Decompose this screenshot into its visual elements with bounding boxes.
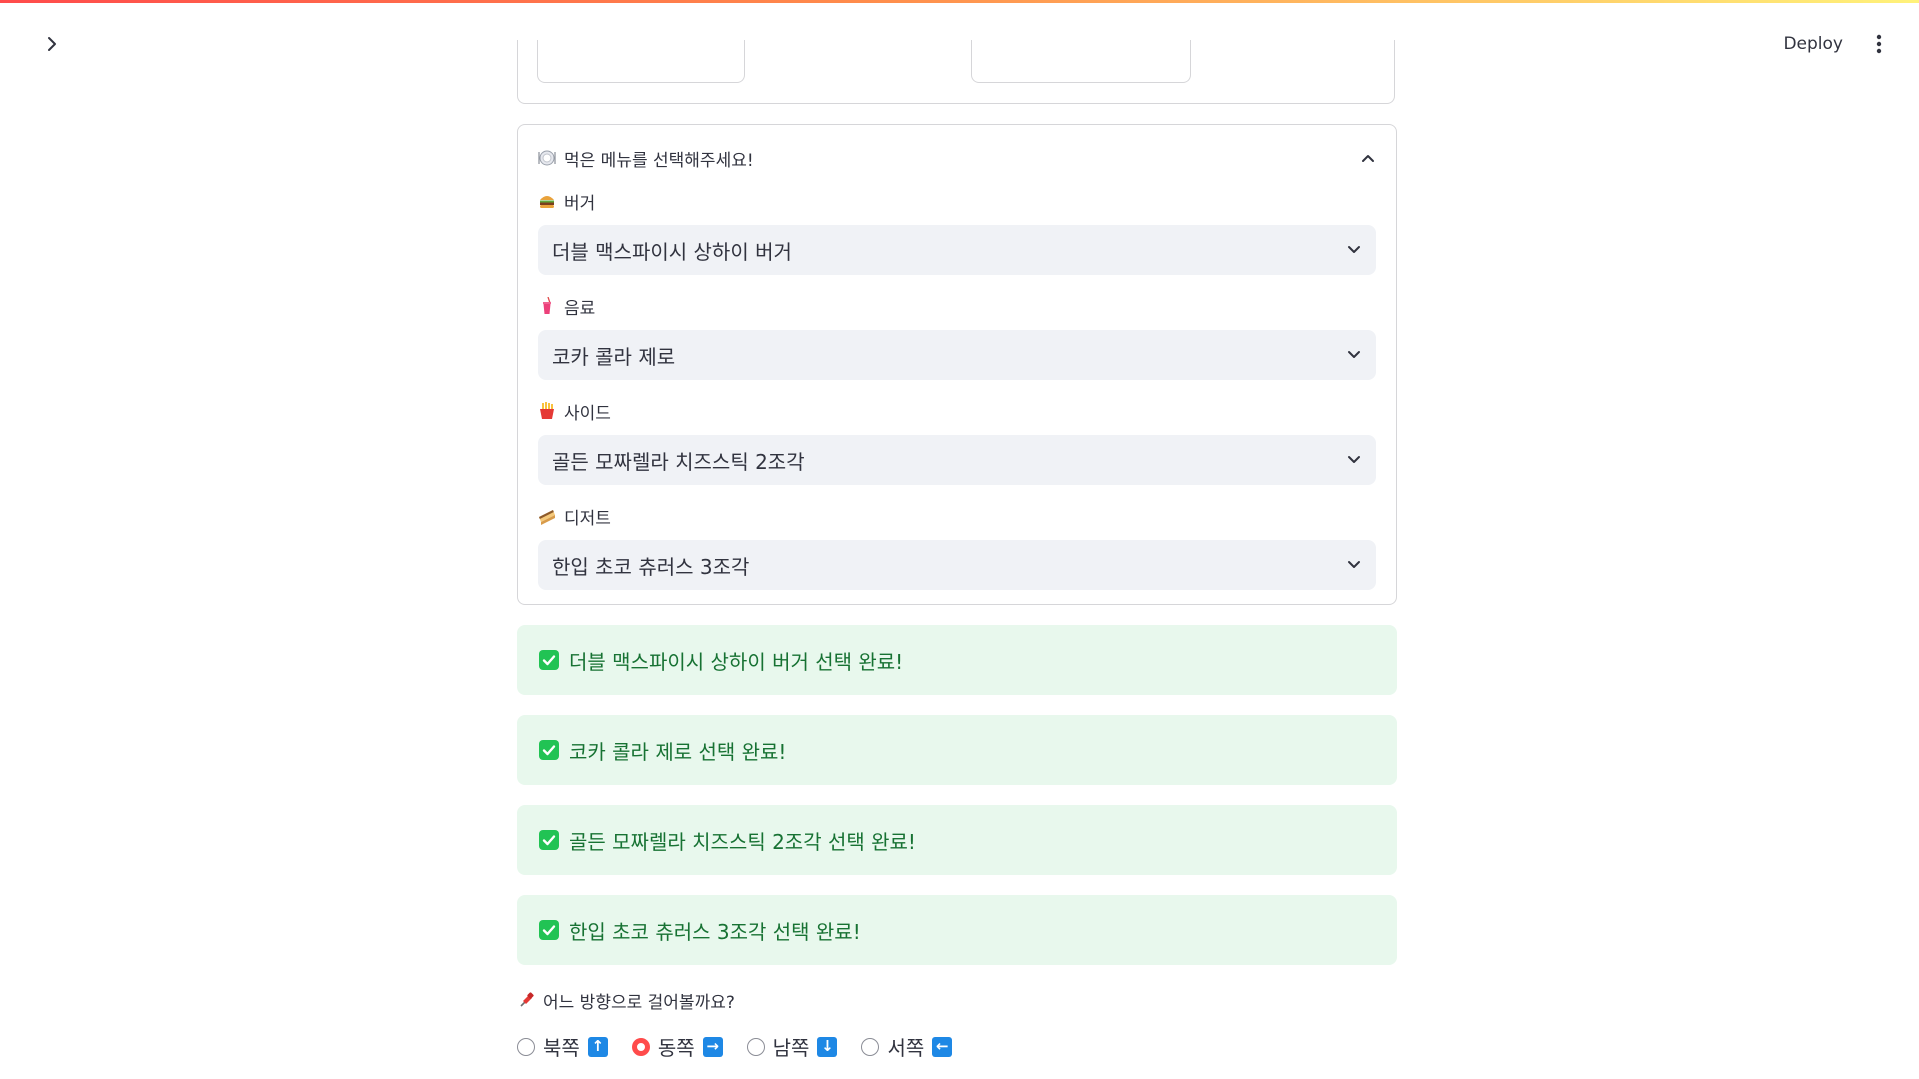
chevron-down-icon xyxy=(1348,561,1360,568)
radio-option-label: 동쪽 xyxy=(657,1036,695,1060)
toolbar: Deploy xyxy=(1777,30,1889,58)
burger-select[interactable]: 더블 맥스파이시 상하이 버거 xyxy=(538,225,1376,275)
check-box-icon xyxy=(539,920,559,940)
header-decoration-bar xyxy=(0,0,1919,3)
chevron-right-icon xyxy=(48,37,56,51)
deploy-button[interactable]: Deploy xyxy=(1777,32,1849,56)
burger-label: 버거 xyxy=(564,193,596,214)
radio-option-north[interactable]: 북쪽 ↑ xyxy=(517,1032,608,1061)
success-alert-text: 더블 맥스파이시 상하이 버거 선택 완료! xyxy=(569,649,904,674)
side-field: 사이드 골든 모짜렐라 치즈스틱 2조각 xyxy=(538,399,1376,485)
drink-icon xyxy=(538,297,556,315)
cake-icon xyxy=(538,507,556,525)
success-alert-text: 골든 모짜렐라 치즈스틱 2조각 선택 완료! xyxy=(569,829,916,854)
radio-button[interactable] xyxy=(517,1037,535,1056)
chevron-down-icon xyxy=(1348,351,1360,358)
side-label: 사이드 xyxy=(564,403,611,424)
up-arrow-icon: ↑ xyxy=(587,1036,608,1057)
success-alert-text: 코카 콜라 제로 선택 완료! xyxy=(569,739,787,764)
expander-header[interactable]: 먹은 메뉴를 선택해주세요! xyxy=(538,143,1376,173)
radio-option-west[interactable]: 서쪽 ← xyxy=(861,1032,953,1061)
dessert-label: 디저트 xyxy=(564,508,611,529)
radio-option-east[interactable]: 동쪽 → xyxy=(631,1032,723,1061)
right-arrow-icon: → xyxy=(702,1036,723,1057)
left-arrow-icon: ← xyxy=(932,1036,953,1057)
dessert-field: 디저트 한입 초코 츄러스 3조각 xyxy=(538,504,1376,590)
burger-field: 버거 더블 맥스파이시 상하이 버거 xyxy=(538,189,1376,275)
down-arrow-icon: ↓ xyxy=(817,1036,838,1057)
expander-title: 먹은 메뉴를 선택해주세요! xyxy=(564,150,754,171)
drink-select-value: 코카 콜라 제로 xyxy=(552,344,676,369)
chevron-down-icon xyxy=(1348,246,1360,253)
success-alert-text: 한입 초코 츄러스 3조각 선택 완료! xyxy=(569,919,861,944)
success-alert: 더블 맥스파이시 상하이 버거 선택 완료! xyxy=(517,625,1397,695)
radio-option-label: 서쪽 xyxy=(887,1036,925,1060)
fries-icon xyxy=(538,402,556,420)
menu-expander: 먹은 메뉴를 선택해주세요! 버거 더블 맥스파이시 상하이 버거 음료 코카 … xyxy=(517,124,1397,605)
radio-option-south[interactable]: 남쪽 ↓ xyxy=(746,1032,838,1061)
main-menu-button[interactable] xyxy=(1869,30,1889,58)
radio-button-selected[interactable] xyxy=(631,1037,650,1056)
side-select[interactable]: 골든 모짜렐라 치즈스틱 2조각 xyxy=(538,435,1376,485)
success-alert: 코카 콜라 제로 선택 완료! xyxy=(517,715,1397,785)
burger-select-value: 더블 맥스파이시 상하이 버거 xyxy=(552,239,792,264)
dessert-select[interactable]: 한입 초코 츄러스 3조각 xyxy=(538,540,1376,590)
success-alert: 골든 모짜렐라 치즈스틱 2조각 선택 완료! xyxy=(517,805,1397,875)
radio-button[interactable] xyxy=(861,1037,880,1056)
chevron-up-icon xyxy=(1362,155,1374,162)
radio-option-label: 북쪽 xyxy=(543,1036,580,1060)
radio-button[interactable] xyxy=(746,1037,765,1056)
pushpin-icon xyxy=(517,991,535,1010)
success-alert: 한입 초코 츄러스 3조각 선택 완료! xyxy=(517,895,1397,965)
check-box-icon xyxy=(539,740,559,760)
radio-option-label: 남쪽 xyxy=(772,1036,810,1060)
sidebar-expand-button[interactable] xyxy=(38,30,66,58)
plate-icon xyxy=(538,149,556,167)
direction-radio-label: 어느 방향으로 걸어볼까요? xyxy=(517,988,735,1013)
drink-select[interactable]: 코카 콜라 제로 xyxy=(538,330,1376,380)
direction-radio-group: 북쪽 ↑ 동쪽 → 남쪽 ↓ 서쪽 ← xyxy=(517,1032,953,1061)
check-box-icon xyxy=(539,830,559,850)
direction-label-text: 어느 방향으로 걸어볼까요? xyxy=(543,993,735,1013)
chevron-down-icon xyxy=(1348,456,1360,463)
previous-widget[interactable] xyxy=(971,40,1191,83)
more-vertical-icon xyxy=(1876,34,1882,54)
drink-label: 음료 xyxy=(564,298,596,319)
check-box-icon xyxy=(539,650,559,670)
dessert-select-value: 한입 초코 츄러스 3조각 xyxy=(552,554,750,579)
side-select-value: 골든 모짜렐라 치즈스틱 2조각 xyxy=(552,449,805,474)
burger-icon xyxy=(538,192,556,210)
drink-field: 음료 코카 콜라 제로 xyxy=(538,294,1376,380)
previous-widget[interactable] xyxy=(537,40,745,83)
